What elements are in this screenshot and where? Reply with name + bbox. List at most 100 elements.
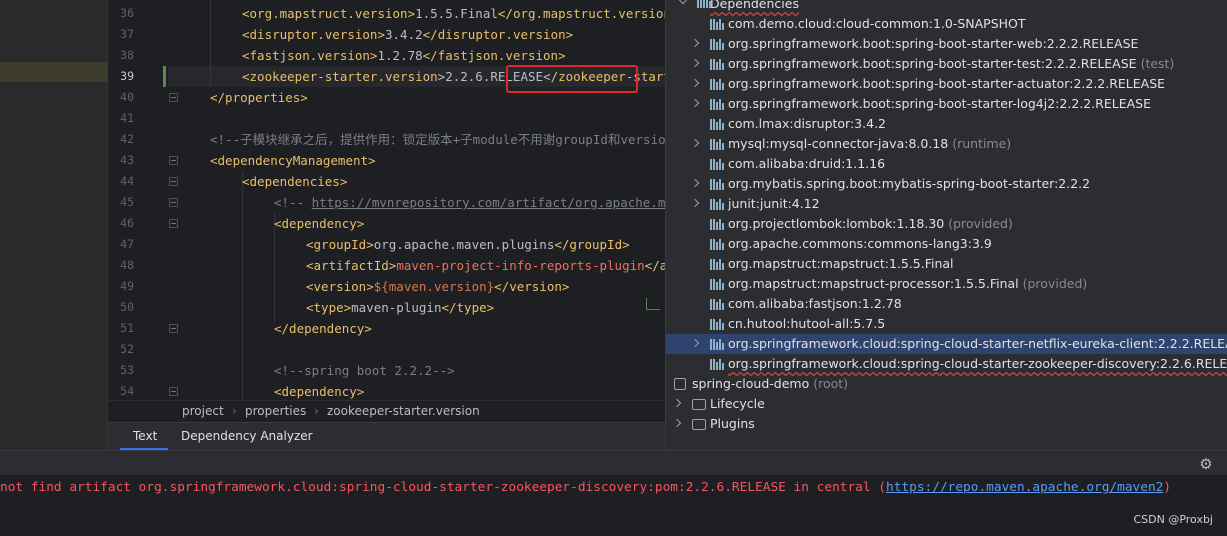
gear-icon[interactable]: ⚙ xyxy=(1198,456,1214,472)
library-icon xyxy=(710,179,724,190)
code-line-48: <artifactId>maven-project-info-reports-p… xyxy=(306,258,665,273)
library-icon xyxy=(710,159,724,170)
chevron-right-icon[interactable] xyxy=(690,138,700,148)
line-number: 40 xyxy=(120,90,134,104)
code-line-46: <dependency> xyxy=(274,216,365,231)
library-icon xyxy=(710,219,724,230)
build-console[interactable]: ⚙ not find artifact org.springframework.… xyxy=(0,450,1227,536)
dependency-item[interactable]: junit:junit:4.12 xyxy=(666,194,1227,214)
library-icon xyxy=(710,59,724,70)
dependency-item[interactable]: com.alibaba:druid:1.1.16 xyxy=(666,154,1227,174)
chevron-right-icon[interactable] xyxy=(690,198,700,208)
chevron-right-icon[interactable] xyxy=(690,58,700,68)
tab-dependency-analyzer[interactable]: Dependency Analyzer xyxy=(181,429,313,443)
line-number: 42 xyxy=(120,132,134,146)
dependency-item[interactable]: com.lmax:disruptor:3.4.2 xyxy=(666,114,1227,134)
dependency-item-selected[interactable]: org.springframework.cloud:spring-cloud-s… xyxy=(666,334,1227,354)
library-icon xyxy=(710,239,724,250)
chevron-right-icon[interactable] xyxy=(672,418,682,428)
library-icon xyxy=(710,339,724,350)
repository-link[interactable]: https://repo.maven.apache.org/maven2 xyxy=(886,480,1163,495)
line-number-current: 39 xyxy=(120,69,134,83)
lifecycle-node[interactable]: Lifecycle xyxy=(666,394,1227,414)
version-highlight-box xyxy=(506,65,638,93)
code-line-47: <groupId>org.apache.maven.plugins</group… xyxy=(306,237,630,252)
dependency-item[interactable]: cn.hutool:hutool-all:5.7.5 xyxy=(666,314,1227,334)
library-icon xyxy=(710,79,724,90)
breadcrumb: project › properties › zookeeper-starter… xyxy=(108,400,665,422)
line-number: 41 xyxy=(120,111,134,125)
dependency-item[interactable]: org.springframework.boot:spring-boot-sta… xyxy=(666,74,1227,94)
line-number: 37 xyxy=(120,27,134,41)
inspection-marker xyxy=(646,298,660,310)
code-line-51: </dependency> xyxy=(274,321,372,336)
chevron-down-icon[interactable] xyxy=(678,0,688,5)
line-number: 36 xyxy=(120,6,134,20)
dependency-item[interactable]: mysql:mysql-connector-java:8.0.18 (runti… xyxy=(666,134,1227,154)
comment-url-link[interactable]: https://mvnrepository.com/artifact/org.a… xyxy=(312,195,665,210)
dependency-item[interactable]: com.alibaba:fastjson:1.2.78 xyxy=(666,294,1227,314)
chevron-right-icon[interactable] xyxy=(690,98,700,108)
code-line-40: </properties> xyxy=(210,90,308,105)
line-number: 48 xyxy=(120,258,134,272)
code-line-37: <disruptor.version>3.4.2</disruptor.vers… xyxy=(242,27,574,42)
dependency-item[interactable]: org.springframework.boot:spring-boot-sta… xyxy=(666,94,1227,114)
code-line-49: <version>${maven.version}</version> xyxy=(306,279,570,294)
lifecycle-icon xyxy=(692,399,706,410)
chevron-right-icon[interactable] xyxy=(690,338,700,348)
breadcrumb-item[interactable]: properties xyxy=(245,404,306,418)
tab-text[interactable]: Text xyxy=(133,429,157,443)
maven-project-icon xyxy=(674,378,686,390)
line-number: 52 xyxy=(120,342,134,356)
code-line-44: <dependencies> xyxy=(242,174,348,189)
library-icon xyxy=(710,199,724,210)
breadcrumb-separator: › xyxy=(232,404,237,418)
dependency-item[interactable]: org.mybatis.spring.boot:mybatis-spring-b… xyxy=(666,174,1227,194)
dependencies-icon xyxy=(697,0,711,8)
chevron-right-icon[interactable] xyxy=(690,38,700,48)
project-selected-row[interactable] xyxy=(0,62,108,82)
maven-project-node[interactable]: spring-cloud-demo (root) xyxy=(666,374,1227,394)
chevron-right-icon[interactable] xyxy=(690,178,700,188)
dependencies-node[interactable]: Dependencies xyxy=(666,0,1227,14)
line-gutter: 36 37 38 39 40 41 42 43 44 45 46 47 48 4… xyxy=(108,0,178,400)
library-icon xyxy=(710,299,724,310)
line-number: 46 xyxy=(120,216,134,230)
line-number: 54 xyxy=(120,384,134,398)
code-line-45: <!-- https://mvnrepository.com/artifact/… xyxy=(274,192,665,213)
chevron-right-icon[interactable] xyxy=(672,398,682,408)
plugins-node[interactable]: Plugins xyxy=(666,414,1227,434)
dependency-item[interactable]: org.apache.commons:commons-lang3:3.9 xyxy=(666,234,1227,254)
library-icon xyxy=(710,359,724,370)
editor-tab-bar: Text Dependency Analyzer xyxy=(108,422,665,450)
dependency-item[interactable]: org.mapstruct:mapstruct:1.5.5.Final xyxy=(666,254,1227,274)
breadcrumb-item[interactable]: project xyxy=(182,404,224,418)
dependency-item-error[interactable]: org.springframework.cloud:spring-cloud-s… xyxy=(666,354,1227,374)
line-number: 49 xyxy=(120,279,134,293)
code-area[interactable]: <org.mapstruct.version>1.5.5.Final</org.… xyxy=(168,0,665,400)
code-line-54: <dependency> xyxy=(274,384,365,399)
line-number: 47 xyxy=(120,237,134,251)
chevron-right-icon[interactable] xyxy=(690,78,700,88)
line-number: 38 xyxy=(120,48,134,62)
code-line-42: <!--子模块继承之后，提供作用：锁定版本+子module不用谢groupId和… xyxy=(210,132,665,147)
project-tool-window xyxy=(0,0,108,450)
watermark: CSDN @Proxbj xyxy=(1133,513,1213,526)
plugins-icon xyxy=(692,419,706,430)
dependency-item[interactable]: org.springframework.boot:spring-boot-sta… xyxy=(666,54,1227,74)
dependency-item[interactable]: org.mapstruct:mapstruct-processor:1.5.5.… xyxy=(666,274,1227,294)
dependency-item[interactable]: org.projectlombok:lombok:1.18.30 (provid… xyxy=(666,214,1227,234)
library-icon xyxy=(710,279,724,290)
library-icon xyxy=(710,259,724,270)
dependency-item[interactable]: org.springframework.boot:spring-boot-sta… xyxy=(666,34,1227,54)
library-icon xyxy=(710,39,724,50)
indent-guide xyxy=(210,0,211,87)
dependency-item[interactable]: com.demo.cloud:cloud-common:1.0-SNAPSHOT xyxy=(666,14,1227,34)
breadcrumb-item[interactable]: zookeeper-starter.version xyxy=(327,404,480,418)
code-editor[interactable]: 36 37 38 39 40 41 42 43 44 45 46 47 48 4… xyxy=(108,0,665,400)
maven-tool-window: Dependencies com.demo.cloud:cloud-common… xyxy=(665,0,1227,450)
line-number: 51 xyxy=(120,321,134,335)
code-line-53: <!--spring boot 2.2.2--> xyxy=(274,363,455,378)
library-icon xyxy=(710,139,724,150)
code-line-38: <fastjson.version>1.2.78</fastjson.versi… xyxy=(242,48,566,63)
